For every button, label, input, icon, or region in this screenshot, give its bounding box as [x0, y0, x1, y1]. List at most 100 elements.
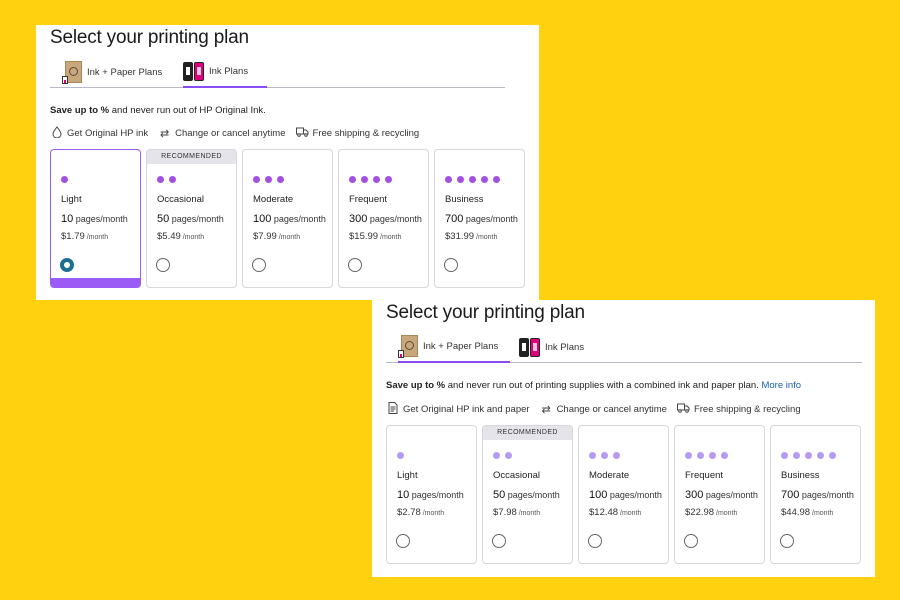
plan-price: $22.98 /month [685, 507, 738, 518]
more-info-link[interactable]: More info [761, 380, 801, 391]
feature-label: Free shipping & recycling [312, 128, 420, 139]
usage-dots [589, 452, 625, 459]
ink-cartridges-icon [519, 337, 541, 359]
feature-list: Get Original HP ink and paper ⇄ Change o… [386, 402, 811, 417]
feature-label: Change or cancel anytime [175, 128, 286, 139]
plan-price: $31.99 /month [445, 231, 498, 242]
feature-label: Get Original HP ink and paper [403, 404, 530, 415]
document-icon [386, 402, 399, 417]
plan-card-occasional[interactable]: RECOMMENDED Occasional 50 pages/month $7… [482, 425, 573, 564]
feature-item: ⇄ Change or cancel anytime [158, 126, 285, 141]
plan-price: $1.79 /month [61, 231, 109, 242]
ink-paper-box-icon [62, 60, 83, 85]
truck-icon [295, 127, 309, 140]
plan-price: $7.99 /month [253, 231, 301, 242]
plan-pages: 300 pages/month [349, 213, 422, 225]
feature-list: Get Original HP ink ⇄ Change or cancel a… [50, 126, 429, 141]
plan-pages: 10 pages/month [61, 213, 128, 225]
plan-level: Frequent [349, 194, 388, 205]
plan-level: Frequent [685, 470, 724, 481]
plan-price: $44.98 /month [781, 507, 834, 518]
feature-item: Free shipping & recycling [676, 402, 801, 417]
refresh-icon: ⇄ [160, 128, 170, 140]
plan-level: Light [61, 194, 82, 205]
plan-price: $2.78 /month [397, 507, 445, 518]
plan-price: $5.49 /month [157, 231, 205, 242]
plan-radio[interactable] [156, 258, 170, 272]
promo-rest: and never run out of HP Original Ink. [109, 105, 266, 116]
plan-level: Occasional [157, 194, 204, 205]
plan-card-frequent[interactable]: Frequent 300 pages/month $15.99 /month [338, 149, 429, 288]
usage-dots [781, 452, 841, 459]
tab-ink-paper-plans[interactable]: Ink + Paper Plans [62, 57, 174, 88]
tab-ink-plans[interactable]: Ink Plans [183, 57, 267, 88]
plan-card-light[interactable]: Light 10 pages/month $2.78 /month [386, 425, 477, 564]
plan-card-business[interactable]: Business 700 pages/month $31.99 /month [434, 149, 525, 288]
plan-radio[interactable] [396, 534, 410, 548]
tab-label: Ink + Paper Plans [87, 67, 163, 78]
plan-price: $12.48 /month [589, 507, 642, 518]
recommended-badge: RECOMMENDED [147, 150, 236, 164]
plan-radio[interactable] [252, 258, 266, 272]
ink-paper-plans-panel: Select your printing plan Ink + Paper Pl… [372, 300, 875, 577]
usage-dots [253, 176, 289, 183]
page-title: Select your printing plan [50, 27, 249, 48]
tab-label: Ink Plans [545, 342, 585, 353]
feature-label: Free shipping & recycling [693, 404, 801, 415]
tab-label: Ink Plans [209, 66, 249, 77]
feature-label: Get Original HP ink [67, 128, 149, 139]
plan-pages: 300 pages/month [685, 489, 758, 501]
plan-radio[interactable] [780, 534, 794, 548]
ink-plans-panel: Select your printing plan Ink + Paper Pl… [36, 25, 539, 300]
plan-pages: 50 pages/month [157, 213, 224, 225]
plan-price: $7.98 /month [493, 507, 541, 518]
usage-dots [397, 452, 409, 459]
ink-drop-icon [50, 126, 63, 141]
ink-paper-box-icon [398, 334, 419, 359]
plan-card-light[interactable]: Light 10 pages/month $1.79 /month [50, 149, 141, 288]
page-title: Select your printing plan [386, 302, 585, 323]
plan-cards: Light 10 pages/month $2.78 /month RECOMM… [386, 425, 861, 564]
tab-ink-paper-plans[interactable]: Ink + Paper Plans [398, 332, 510, 363]
promo-bold: Save up to % [386, 380, 446, 391]
plan-card-occasional[interactable]: RECOMMENDED Occasional 50 pages/month $5… [146, 149, 237, 288]
usage-dots [157, 176, 181, 183]
plan-pages: 10 pages/month [397, 489, 464, 501]
plan-pages: 700 pages/month [781, 489, 854, 501]
recommended-badge: RECOMMENDED [483, 426, 572, 440]
promo-bold: Save up to % [50, 105, 110, 116]
plan-radio[interactable] [492, 534, 506, 548]
plan-level: Occasional [493, 470, 540, 481]
usage-dots [61, 176, 73, 183]
ink-cartridges-icon [183, 61, 205, 83]
plan-card-moderate[interactable]: Moderate 100 pages/month $7.99 /month [242, 149, 333, 288]
plan-radio[interactable] [348, 258, 362, 272]
plan-card-business[interactable]: Business 700 pages/month $44.98 /month [770, 425, 861, 564]
feature-label: Change or cancel anytime [556, 404, 667, 415]
plan-radio[interactable] [588, 534, 602, 548]
plan-card-moderate[interactable]: Moderate 100 pages/month $12.48 /month [578, 425, 669, 564]
plan-radio[interactable] [60, 258, 74, 272]
plan-pages: 100 pages/month [589, 489, 662, 501]
plan-level: Moderate [589, 470, 630, 481]
plan-level: Light [397, 470, 418, 481]
promo-rest: and never run out of printing supplies w… [445, 380, 762, 391]
feature-item: Free shipping & recycling [295, 126, 420, 141]
plan-level: Business [781, 470, 820, 481]
promo-text: Save up to % and never run out of HP Ori… [50, 105, 266, 116]
plan-pages: 100 pages/month [253, 213, 326, 225]
plan-radio[interactable] [444, 258, 458, 272]
feature-item: Get Original HP ink [50, 126, 148, 141]
feature-item: Get Original HP ink and paper [386, 402, 530, 417]
plan-pages: 50 pages/month [493, 489, 560, 501]
feature-item: ⇄ Change or cancel anytime [540, 402, 667, 417]
plan-price: $15.99 /month [349, 231, 402, 242]
truck-icon [676, 403, 690, 416]
plan-tabs: Ink + Paper Plans Ink Plans [386, 332, 862, 363]
plan-radio[interactable] [684, 534, 698, 548]
plan-level: Moderate [253, 194, 294, 205]
plan-card-frequent[interactable]: Frequent 300 pages/month $22.98 /month [674, 425, 765, 564]
tab-ink-plans[interactable]: Ink Plans [519, 332, 603, 363]
usage-dots [349, 176, 397, 183]
plan-pages: 700 pages/month [445, 213, 518, 225]
